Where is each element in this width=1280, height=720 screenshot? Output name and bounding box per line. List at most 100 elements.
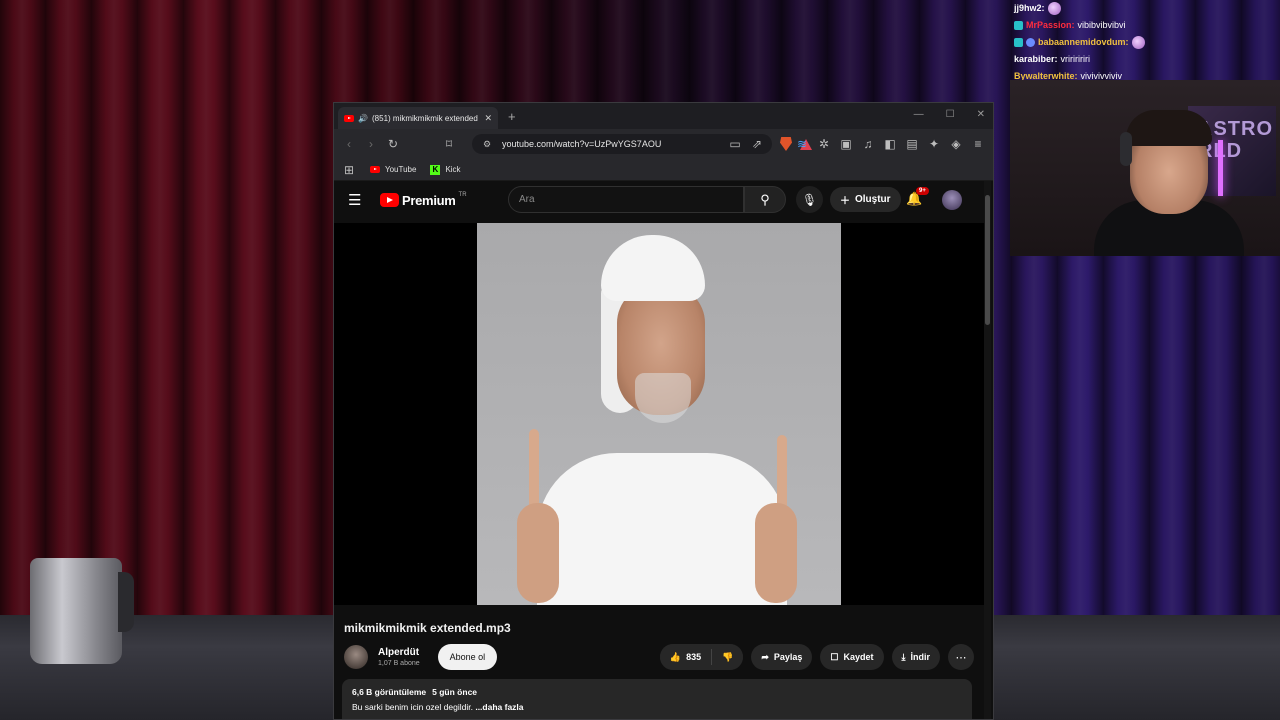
video-hand-right	[755, 503, 797, 603]
dislike-button[interactable]: 👎	[712, 644, 744, 670]
search-placeholder: Ara	[519, 194, 535, 205]
page-scrollbar[interactable]	[984, 181, 991, 719]
menu-icon[interactable]: ≡	[971, 137, 985, 151]
channel-name[interactable]: Alperdüt	[378, 647, 420, 658]
close-window-button[interactable]: ✕	[977, 109, 985, 120]
wallet-icon[interactable]: ▤	[905, 137, 919, 151]
channel-row: Alperdüt 1,07 B abone Abone ol 👍 835 👎 ➦	[344, 641, 974, 673]
apps-grid-icon[interactable]: ⊞	[342, 163, 356, 177]
tab-search-icon[interactable]: ▣	[839, 137, 853, 151]
streamer-hair	[1126, 110, 1212, 146]
bookmark-youtube[interactable]: YouTube	[370, 165, 416, 174]
emote-icon	[1131, 36, 1145, 49]
voice-search-button[interactable]: 🎙	[796, 186, 823, 213]
description-text: Bu sarki benim icin ozel degildir. ...da…	[352, 702, 962, 712]
subscriber-count: 1,07 B abone	[378, 660, 420, 667]
thumbs-up-icon: 👍	[669, 651, 682, 662]
share-button[interactable]: ➦ Paylaş	[751, 644, 813, 670]
kettle-handle	[118, 572, 134, 632]
video-hand-left	[517, 503, 559, 603]
save-button[interactable]: ☐ Kaydet	[820, 644, 884, 670]
toolbar-right-icons: ≋ ✲ ▣ ♫ ◧ ▤ ✦ ◈ ≡	[795, 137, 985, 151]
subscribe-button[interactable]: Abone ol	[437, 644, 498, 670]
brave-shields-icon[interactable]	[780, 137, 792, 151]
video-frame	[477, 223, 841, 605]
youtube-favicon-icon	[344, 114, 354, 122]
address-bar[interactable]: ⚙ youtube.com/watch?v=UzPwYGS7AOU ▭ ⇗	[472, 134, 772, 154]
vpn-icon[interactable]: ◈	[949, 137, 963, 151]
bookmark-label: YouTube	[385, 165, 417, 174]
site-settings-icon[interactable]: ⚙	[480, 139, 494, 150]
bookmark-icon[interactable]: ⌑	[442, 137, 456, 151]
chat-message: MrPassion: vibibvibvibvi	[1014, 17, 1274, 34]
show-more-link[interactable]: ...daha fazla	[475, 702, 523, 712]
streamer-webcam: ASTRO RLD	[1010, 80, 1280, 256]
chat-message: karabiber: vririririri	[1014, 51, 1274, 68]
download-button[interactable]: ⤓ İndir	[891, 644, 940, 670]
scrollbar-thumb[interactable]	[985, 195, 990, 325]
media-control-icon[interactable]: ♫	[861, 137, 875, 151]
save-label: Kaydet	[843, 652, 874, 662]
thumbs-down-icon: 👎	[722, 651, 734, 662]
tab-title: (851) mikmikmikmik extended	[372, 113, 478, 123]
like-dislike-group: 👍 835 👎	[659, 644, 744, 670]
video-meta: 6,6 B görüntüleme 5 gün önce	[352, 687, 962, 697]
bookmarks-bar: ⊞ YouTube K Kick	[334, 159, 993, 181]
close-tab-icon[interactable]: ✕	[484, 113, 492, 124]
video-actions: 👍 835 👎 ➦ Paylaş ☐ Kaydet ⤓ İndir ⋯	[659, 644, 974, 670]
chat-username: jj9hw2:	[1014, 3, 1045, 13]
neon-light	[1218, 140, 1223, 196]
cast-icon[interactable]: ▭	[728, 137, 742, 151]
like-button[interactable]: 👍 835	[659, 644, 712, 670]
video-title: mikmikmikmik extended.mp3	[344, 621, 511, 635]
minimize-button[interactable]: —	[914, 109, 924, 120]
view-count: 6,6 B görüntüleme	[352, 687, 427, 697]
channel-avatar[interactable]	[344, 645, 368, 669]
youtube-premium-logo[interactable]: Premium TR	[380, 192, 467, 208]
share-arrow-icon: ➦	[761, 651, 769, 662]
share-icon[interactable]: ⇗	[750, 137, 764, 151]
maximize-button[interactable]: ☐	[946, 109, 955, 120]
window-controls: — ☐ ✕	[914, 109, 985, 120]
badge-icon	[1014, 21, 1023, 30]
metal-kettle	[30, 558, 122, 664]
leo-ai-icon[interactable]: ✦	[927, 137, 941, 151]
sidebar-icon[interactable]: ◧	[883, 137, 897, 151]
browser-window: 🔊 (851) mikmikmikmik extended ✕ + — ☐ ✕ …	[333, 102, 994, 720]
browser-toolbar: ‹ › ↻ ⌑ ⚙ youtube.com/watch?v=UzPwYGS7AO…	[334, 129, 993, 159]
chat-username: babaannemidovdum:	[1038, 37, 1129, 47]
share-label: Paylaş	[773, 652, 803, 662]
stream-chat-overlay: jj9hw2: MrPassion: vibibvibvibvi babaann…	[1014, 0, 1274, 85]
create-label: Oluştur	[855, 194, 891, 205]
bookmark-label: Kick	[445, 165, 461, 174]
browser-tab-active[interactable]: 🔊 (851) mikmikmikmik extended ✕	[338, 107, 498, 129]
audio-playing-icon[interactable]: ≋	[795, 137, 809, 151]
back-arrow-icon[interactable]: ‹	[342, 137, 356, 151]
youtube-logo-icon	[380, 193, 399, 207]
forward-arrow-icon[interactable]: ›	[364, 137, 378, 151]
chat-username: karabiber:	[1014, 54, 1058, 64]
video-person-beard	[635, 373, 691, 423]
badge-icon	[1026, 38, 1035, 47]
url-text: youtube.com/watch?v=UzPwYGS7AOU	[502, 139, 662, 149]
search-input[interactable]: Ara	[508, 186, 744, 213]
badge-icon	[1014, 38, 1023, 47]
video-player[interactable]	[334, 223, 984, 605]
emote-icon	[1047, 2, 1061, 15]
reload-icon[interactable]: ↻	[386, 137, 400, 151]
create-button[interactable]: ＋ Oluştur	[830, 187, 901, 212]
description-box[interactable]: 6,6 B görüntüleme 5 gün önce Bu sarki be…	[342, 679, 972, 719]
more-actions-button[interactable]: ⋯	[948, 644, 974, 670]
search-button[interactable]: ⚲	[744, 186, 786, 213]
bookmark-kick[interactable]: K Kick	[430, 164, 461, 175]
notification-count-badge: 9+	[916, 187, 929, 195]
video-person-cap	[601, 235, 705, 301]
hamburger-menu-icon[interactable]: ☰	[348, 191, 368, 209]
video-person-shirt	[537, 453, 787, 605]
download-icon: ⤓	[901, 651, 906, 662]
extensions-icon[interactable]: ✲	[817, 137, 831, 151]
tab-bar: 🔊 (851) mikmikmikmik extended ✕ + — ☐ ✕	[334, 103, 993, 129]
chat-username: MrPassion:	[1026, 20, 1075, 30]
new-tab-button[interactable]: +	[508, 109, 516, 124]
account-avatar[interactable]	[942, 190, 962, 210]
